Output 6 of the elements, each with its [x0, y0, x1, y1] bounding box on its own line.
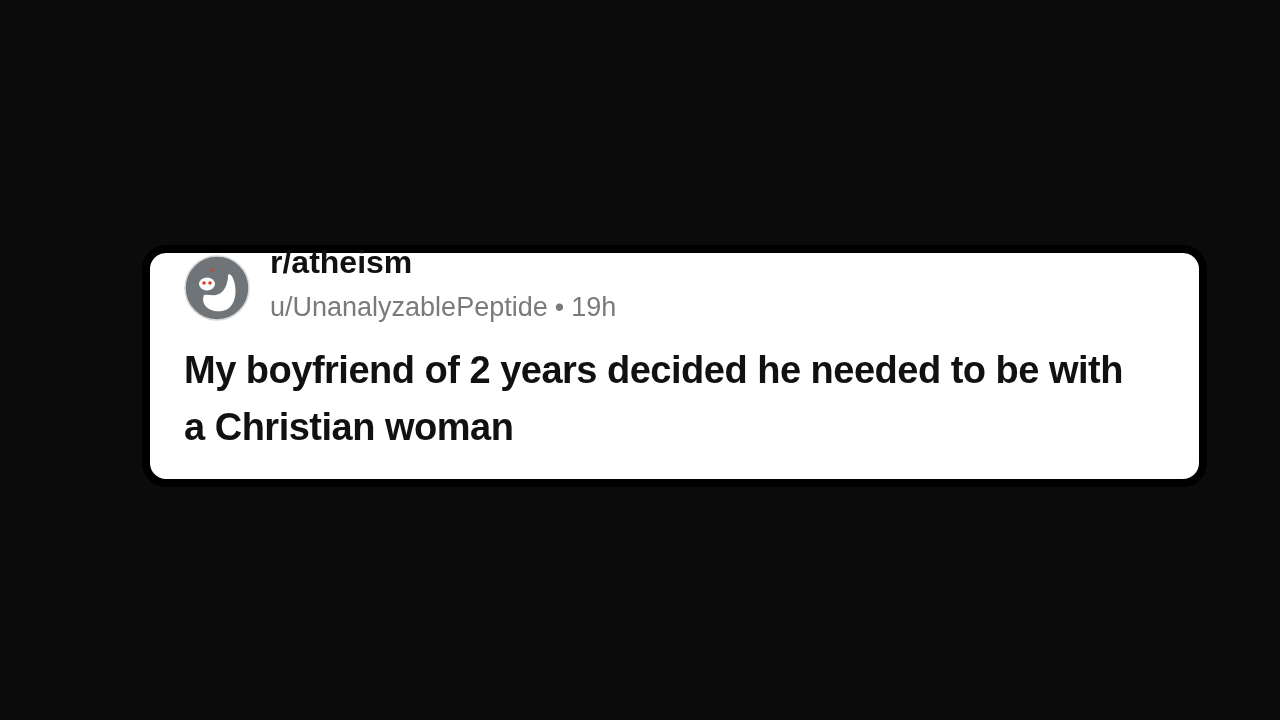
separator-dot: •: [554, 292, 565, 322]
avatar-icon[interactable]: [184, 255, 250, 321]
post-title: My boyfriend of 2 years decided he needed to be with a Christian woman: [184, 348, 1124, 450]
subreddit-name[interactable]: r/atheism: [270, 247, 617, 277]
post-age: 19h: [571, 292, 617, 322]
author-name[interactable]: u/UnanalyzablePeptide: [270, 292, 548, 322]
